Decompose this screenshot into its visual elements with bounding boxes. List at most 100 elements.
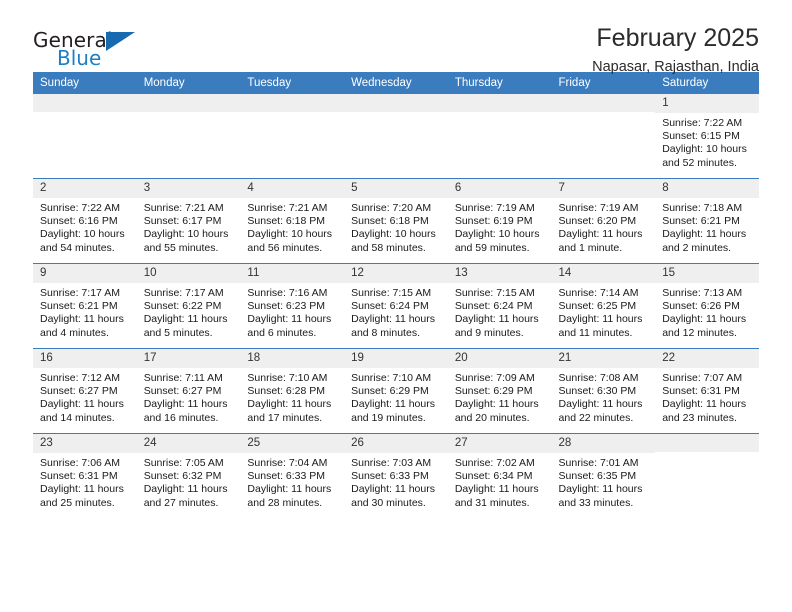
calendar-day-cell[interactable]: 28 Sunrise: 7:01 AM Sunset: 6:35 PM Dayligh… [551,433,656,518]
day-details: Sunrise: 7:14 AM Sunset: 6:25 PM Daylight:… [552,283,656,340]
sunrise-text: Sunrise: 7:10 AM [351,372,432,384]
sunset-text: Sunset: 6:20 PM [558,215,637,228]
sunrise-text: Sunrise: 7:13 AM [662,287,743,299]
sunrise-text: Sunrise: 7:18 AM [662,202,743,214]
calendar-day-cell-empty [33,94,137,179]
sunrise-text: Sunrise: 7:04 AM [247,457,328,469]
calendar-day-cell[interactable]: 2 Sunrise: 7:22 AM Sunset: 6:16 PM Daylight… [33,178,137,264]
sunset-text: Sunset: 6:33 PM [247,470,326,483]
sunrise-text: Sunrise: 7:22 AM [40,202,120,214]
daylight-text: Daylight: 11 hours and 6 minutes. [247,313,332,339]
day-number: 24 [136,434,241,453]
sunset-text: Sunset: 6:16 PM [40,215,118,228]
sunrise-text: Sunrise: 7:15 AM [351,287,432,299]
day-number: 15 [655,264,759,283]
sunset-text: Sunset: 6:31 PM [40,470,118,483]
calendar-day-cell[interactable]: 10 Sunrise: 7:17 AM Sunset: 6:22 PM Dayligh… [136,263,241,349]
calendar-day-cell[interactable]: 11 Sunrise: 7:16 AM Sunset: 6:23 PM Dayligh… [240,263,345,349]
day-number [655,434,759,452]
daylight-text: Daylight: 11 hours and 30 minutes. [351,483,435,509]
calendar-day-cell[interactable]: 8 Sunrise: 7:18 AM Sunset: 6:21 PM Daylight… [655,178,759,264]
sunrise-text: Sunrise: 7:14 AM [558,287,639,299]
day-details: Sunrise: 7:10 AM Sunset: 6:28 PM Daylight:… [240,368,344,425]
calendar-day-cell-empty [447,94,552,179]
sunrise-text: Sunrise: 7:17 AM [143,287,224,299]
calendar-day-cell[interactable]: 17 Sunrise: 7:11 AM Sunset: 6:27 PM Dayligh… [136,348,241,434]
daylight-text: Daylight: 11 hours and 2 minutes. [662,228,747,254]
sunset-text: Sunset: 6:24 PM [454,300,533,313]
weekday-header-friday: Friday [551,72,656,94]
calendar-day-cell[interactable]: 22 Sunrise: 7:07 AM Sunset: 6:31 PM Dayligh… [655,348,759,434]
day-number: 12 [344,264,448,283]
calendar-day-cell[interactable]: 24 Sunrise: 7:05 AM Sunset: 6:32 PM Dayligh… [136,433,241,518]
weekday-header-saturday: Saturday [655,72,759,94]
calendar-day-cell[interactable]: 5 Sunrise: 7:20 AM Sunset: 6:18 PM Daylight… [344,178,448,264]
day-number: 25 [240,434,345,453]
day-number: 4 [240,179,345,198]
day-number: 14 [551,264,656,283]
sunrise-text: Sunrise: 7:03 AM [351,457,432,469]
day-number: 3 [136,179,241,198]
sunrise-text: Sunrise: 7:10 AM [247,372,328,384]
calendar-day-cell-empty [240,94,345,179]
day-number: 9 [33,264,137,283]
day-number [551,94,656,112]
sunrise-text: Sunrise: 7:06 AM [40,457,120,469]
calendar-day-cell[interactable]: 7 Sunrise: 7:19 AM Sunset: 6:20 PM Daylight… [551,178,656,264]
page-subtitle: Napasar, Rajasthan, India [592,58,759,75]
daylight-text: Daylight: 11 hours and 28 minutes. [247,483,332,509]
calendar-day-cell[interactable]: 16 Sunrise: 7:12 AM Sunset: 6:27 PM Dayligh… [33,348,137,434]
day-details: Sunrise: 7:18 AM Sunset: 6:21 PM Daylight:… [655,198,759,255]
daylight-text: Daylight: 11 hours and 5 minutes. [143,313,228,339]
sunrise-text: Sunrise: 7:07 AM [662,372,743,384]
day-details: Sunrise: 7:04 AM Sunset: 6:33 PM Daylight:… [240,453,344,510]
calendar-day-cell[interactable]: 14 Sunrise: 7:14 AM Sunset: 6:25 PM Dayligh… [551,263,656,349]
calendar-week-row: 2 Sunrise: 7:22 AM Sunset: 6:16 PM Daylight… [33,178,759,264]
calendar-day-cell[interactable]: 19 Sunrise: 7:10 AM Sunset: 6:29 PM Dayligh… [344,348,448,434]
day-number: 10 [136,264,241,283]
calendar-day-cell[interactable]: 13 Sunrise: 7:15 AM Sunset: 6:24 PM Dayligh… [447,263,552,349]
calendar-day-cell[interactable]: 15 Sunrise: 7:13 AM Sunset: 6:26 PM Dayligh… [655,263,759,349]
sunrise-text: Sunrise: 7:21 AM [143,202,224,214]
sunrise-text: Sunrise: 7:08 AM [558,372,639,384]
calendar-day-cell[interactable]: 1 Sunrise: 7:22 AM Sunset: 6:15 PM Daylight… [655,94,759,179]
calendar-day-cell[interactable]: 27 Sunrise: 7:02 AM Sunset: 6:34 PM Dayligh… [447,433,552,518]
sunrise-text: Sunrise: 7:15 AM [454,287,535,299]
daylight-text: Daylight: 11 hours and 8 minutes. [351,313,435,339]
sunset-text: Sunset: 6:27 PM [40,385,118,398]
sunset-text: Sunset: 6:25 PM [558,300,637,313]
calendar-day-cell[interactable]: 23 Sunrise: 7:06 AM Sunset: 6:31 PM Dayligh… [33,433,137,518]
calendar-day-cell[interactable]: 4 Sunrise: 7:21 AM Sunset: 6:18 PM Daylight… [240,178,345,264]
sunset-text: Sunset: 6:23 PM [247,300,326,313]
calendar-day-cell[interactable]: 12 Sunrise: 7:15 AM Sunset: 6:24 PM Dayligh… [344,263,448,349]
daylight-text: Daylight: 10 hours and 55 minutes. [143,228,229,254]
logo-text-blue: Blue [57,46,102,70]
daylight-text: Daylight: 11 hours and 9 minutes. [454,313,539,339]
sunrise-text: Sunrise: 7:20 AM [351,202,432,214]
sunset-text: Sunset: 6:33 PM [351,470,429,483]
day-number [447,94,552,112]
calendar-day-cell[interactable]: 6 Sunrise: 7:19 AM Sunset: 6:19 PM Daylight… [447,178,552,264]
calendar-day-cell[interactable]: 25 Sunrise: 7:04 AM Sunset: 6:33 PM Dayligh… [240,433,345,518]
calendar-day-cell[interactable]: 18 Sunrise: 7:10 AM Sunset: 6:28 PM Dayligh… [240,348,345,434]
day-details: Sunrise: 7:13 AM Sunset: 6:26 PM Daylight:… [655,283,759,340]
calendar-week-row: 23 Sunrise: 7:06 AM Sunset: 6:31 PM Dayligh… [33,433,759,518]
calendar-day-cell[interactable]: 20 Sunrise: 7:09 AM Sunset: 6:29 PM Dayligh… [447,348,552,434]
sunrise-text: Sunrise: 7:12 AM [40,372,120,384]
calendar-day-cell[interactable]: 21 Sunrise: 7:08 AM Sunset: 6:30 PM Dayligh… [551,348,656,434]
weekday-header-tuesday: Tuesday [240,72,345,94]
calendar-week-row: 9 Sunrise: 7:17 AM Sunset: 6:21 PM Daylight… [33,263,759,349]
calendar-day-cell[interactable]: 26 Sunrise: 7:03 AM Sunset: 6:33 PM Dayligh… [344,433,448,518]
daylight-text: Daylight: 11 hours and 17 minutes. [247,398,332,424]
general-blue-logo[interactable]: General Blue [33,30,145,72]
daylight-text: Daylight: 11 hours and 1 minute. [558,228,643,254]
sunset-text: Sunset: 6:22 PM [143,300,222,313]
day-details: Sunrise: 7:16 AM Sunset: 6:23 PM Daylight:… [240,283,344,340]
calendar-day-cell[interactable]: 9 Sunrise: 7:17 AM Sunset: 6:21 PM Daylight… [33,263,137,349]
sunset-text: Sunset: 6:15 PM [662,130,740,143]
day-details: Sunrise: 7:12 AM Sunset: 6:27 PM Daylight:… [33,368,137,425]
day-details: Sunrise: 7:08 AM Sunset: 6:30 PM Daylight:… [552,368,656,425]
page-header: General Blue February 2025 Napasar, Raja… [33,0,759,75]
calendar-day-cell[interactable]: 3 Sunrise: 7:21 AM Sunset: 6:17 PM Daylight… [136,178,241,264]
day-number: 19 [344,349,448,368]
